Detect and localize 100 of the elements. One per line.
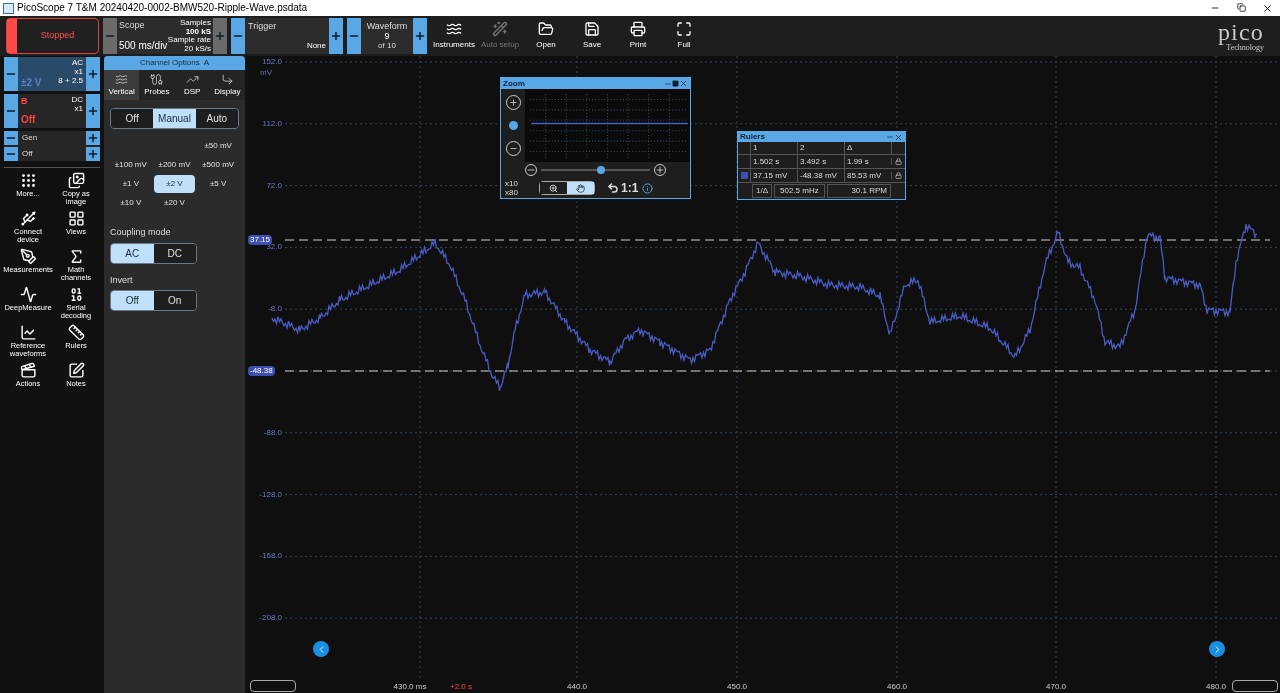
decrease-button[interactable] (4, 131, 18, 145)
clapperboard-icon (19, 362, 37, 379)
axis-label: 470.0 (1046, 683, 1066, 691)
options-tab[interactable]: DSP (174, 70, 210, 100)
decrease-button[interactable] (4, 94, 18, 128)
decrease-button[interactable] (4, 147, 18, 161)
decrease-button[interactable] (4, 57, 18, 91)
print-icon (630, 21, 646, 37)
samples-value: 100 kS (185, 27, 211, 36)
toolbar-button[interactable]: Open (523, 18, 569, 54)
scroll-handle[interactable] (1232, 680, 1278, 692)
increase-button[interactable] (213, 18, 227, 54)
toolbar-button[interactable]: Instruments (431, 18, 477, 54)
segment-option[interactable]: Off (111, 291, 154, 310)
segment-option[interactable]: Manual (153, 109, 196, 128)
logo-tagline: Technology (1226, 44, 1264, 52)
increase-button[interactable] (86, 94, 100, 128)
channel-range: Off (21, 113, 36, 127)
dots-grid-icon (19, 172, 37, 189)
segment-option[interactable]: On (153, 291, 196, 310)
trend-icon (185, 73, 199, 86)
range-option[interactable]: ±200 mV (153, 156, 196, 174)
stop-button[interactable]: Stopped (6, 18, 99, 54)
zoom-factor: x80 (505, 188, 519, 197)
increase-button[interactable] (329, 18, 343, 54)
increase-button[interactable] (86, 57, 100, 91)
segment-option[interactable]: Off (111, 109, 154, 128)
axis-label: 480.0 (1206, 683, 1226, 691)
zoom-slider-thumb[interactable] (597, 166, 605, 174)
plus-icon (330, 30, 342, 42)
axis-label: -128.0 (259, 490, 282, 499)
axis-label: 112.0 (262, 119, 282, 128)
options-tab[interactable]: Display (209, 70, 245, 100)
range-option[interactable]: ±2 V (153, 175, 196, 193)
increase-button[interactable] (86, 147, 100, 161)
increase-button[interactable] (413, 18, 427, 54)
toolbar-button[interactable]: Print (615, 18, 661, 54)
zoom-mode-toggle[interactable] (539, 181, 595, 195)
toolbar-button[interactable]: Save (569, 18, 615, 54)
range-option[interactable]: ±100 mV (110, 156, 152, 174)
maximize-icon[interactable] (672, 80, 679, 87)
corner-arrow-icon (220, 73, 234, 86)
coupling-value: DC (71, 95, 83, 104)
time-offset: +2.0 s (450, 683, 472, 691)
lock-icon[interactable] (895, 158, 902, 165)
table-cell: -48.38 mV (797, 169, 844, 182)
axis-label: 152.0 (261, 58, 282, 66)
segment-option[interactable]: DC (153, 243, 196, 263)
plus-icon (508, 97, 518, 107)
panel-title: Trigger (248, 20, 278, 33)
ruler-marker[interactable]: -48.38 (248, 366, 275, 376)
segment-option[interactable]: Auto (195, 109, 238, 128)
zoom-slider-thumb[interactable] (508, 121, 518, 130)
info-icon[interactable] (642, 182, 654, 194)
axis-label: 450.0 (727, 683, 747, 691)
probe-value: x1 (74, 104, 83, 113)
close-icon (1261, 2, 1273, 14)
decrease-button[interactable] (231, 18, 245, 54)
range-option[interactable]: ±500 mV (197, 156, 239, 174)
grid-icon (67, 210, 85, 227)
zoom-mode-button[interactable] (567, 182, 594, 194)
channel-name: B (21, 95, 29, 108)
options-tab[interactable]: Vertical (104, 70, 140, 100)
reset-zoom-button[interactable]: 1:1 (607, 179, 639, 197)
range-option[interactable]: ±50 mV (197, 137, 239, 155)
undo-icon (607, 182, 619, 194)
panel-header: Channel Options A (104, 56, 245, 70)
range-option[interactable]: ±20 V (153, 194, 196, 212)
channel-card[interactable]: ±2 V AC x1 8 + 2.5 (4, 57, 100, 91)
range-option[interactable]: ±1 V (110, 175, 152, 193)
axis-label: 460.0 (887, 683, 907, 691)
images-icon (67, 172, 85, 189)
axis-label: 72.0 (266, 181, 282, 190)
decrease-button[interactable] (103, 18, 117, 54)
ruler-line[interactable] (284, 239, 1271, 241)
scroll-right-button[interactable] (1209, 641, 1225, 657)
channel-range: ±2 V (21, 76, 42, 90)
lock-icon[interactable] (895, 172, 902, 179)
close-icon[interactable] (894, 132, 903, 142)
segment-option[interactable]: AC (111, 243, 154, 263)
ruler-line[interactable] (284, 370, 1271, 372)
decrease-button[interactable] (347, 18, 361, 54)
app-icon (3, 2, 14, 14)
scroll-left-button[interactable] (313, 641, 329, 657)
options-tab[interactable]: Probes (139, 70, 175, 100)
table-cell: 30.1 RPM (826, 184, 891, 198)
axis-unit: mV (260, 67, 272, 79)
logo-wordmark: pico (1217, 20, 1264, 44)
zoom-in-icon[interactable] (654, 164, 666, 176)
toolbar-button[interactable]: Full (661, 18, 707, 54)
section-label: Invert (110, 273, 134, 287)
range-option[interactable]: ±5 V (197, 175, 239, 193)
ruler-marker[interactable]: 37.15 (248, 235, 273, 245)
channel-card[interactable]: B Off DC x1 (4, 94, 100, 128)
increase-button[interactable] (86, 131, 100, 145)
range-option[interactable]: ±10 V (110, 194, 152, 212)
magnifier-icon (549, 183, 558, 193)
waveform-total: of 10 (378, 41, 396, 51)
close-icon[interactable] (679, 79, 688, 88)
scroll-handle[interactable] (250, 680, 296, 692)
